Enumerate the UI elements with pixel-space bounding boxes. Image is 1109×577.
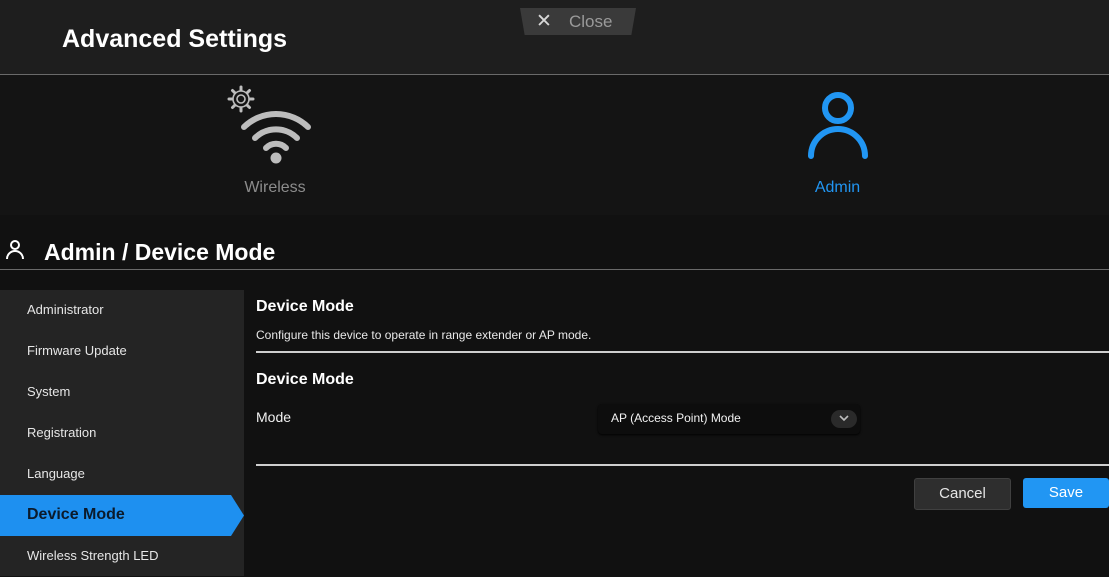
sidebar-item-label: Language: [27, 466, 85, 481]
category-bar: Wireless Admin: [0, 75, 1109, 215]
category-wireless[interactable]: Wireless: [210, 83, 340, 203]
save-button-label: Save: [1048, 484, 1084, 501]
sidebar-item-label: Administrator: [27, 302, 104, 317]
sidebar-item-label: Firmware Update: [27, 343, 127, 358]
section-divider: [256, 351, 1109, 353]
subsection-title: Device Mode: [256, 371, 354, 388]
sidebar-item-firmware-update[interactable]: Firmware Update: [0, 331, 244, 372]
close-icon: ✕: [536, 11, 552, 32]
sidebar-item-system[interactable]: System: [0, 372, 244, 413]
header-title: Advanced Settings: [62, 25, 288, 53]
sidebar-item-label: Wireless Strength LED: [27, 548, 159, 563]
sidebar-item-administrator[interactable]: Administrator: [0, 290, 244, 331]
section-description: Configure this device to operate in rang…: [256, 328, 592, 342]
sidebar-item-label: Registration: [27, 425, 97, 440]
person-icon: [6, 240, 24, 260]
page-title-row: Admin / Device Mode: [0, 226, 1109, 270]
header-bar: Advanced Settings ✕ Close: [0, 0, 1109, 74]
sidebar-item-label: Device Mode: [27, 506, 125, 523]
wifi-icon: [241, 111, 311, 164]
main-content: Device Mode Configure this device to ope…: [244, 290, 1109, 576]
mode-label: Mode: [256, 409, 292, 425]
category-admin-label: Admin: [814, 179, 861, 196]
sidebar-item-label: System: [27, 384, 71, 399]
cancel-button[interactable]: Cancel: [914, 478, 1011, 510]
mode-select-value: AP (Access Point) Mode: [611, 411, 741, 425]
close-label: Close: [569, 12, 613, 31]
form-divider: [256, 464, 1109, 466]
title-divider: [0, 269, 1109, 270]
sidebar: Administrator Firmware Update System Reg…: [0, 290, 244, 576]
cancel-button-label: Cancel: [939, 485, 986, 502]
category-admin[interactable]: Admin: [775, 91, 900, 203]
save-button[interactable]: Save: [1023, 478, 1109, 508]
chevron-down-icon[interactable]: [831, 410, 857, 428]
close-button[interactable]: ✕ Close: [520, 8, 636, 35]
section-title: Device Mode: [256, 298, 354, 315]
sidebar-item-device-mode[interactable]: Device Mode: [0, 495, 244, 536]
sidebar-item-wireless-strength-led[interactable]: Wireless Strength LED: [0, 536, 244, 577]
advanced-settings-app: Advanced Settings ✕ Close Wireless Admin…: [0, 0, 1109, 576]
person-icon: [808, 92, 868, 159]
page-title: Admin / Device Mode: [44, 239, 276, 265]
sidebar-item-language[interactable]: Language: [0, 454, 244, 495]
sidebar-item-registration[interactable]: Registration: [0, 413, 244, 454]
mode-select[interactable]: AP (Access Point) Mode: [598, 404, 860, 434]
category-wireless-label: Wireless: [244, 179, 306, 196]
